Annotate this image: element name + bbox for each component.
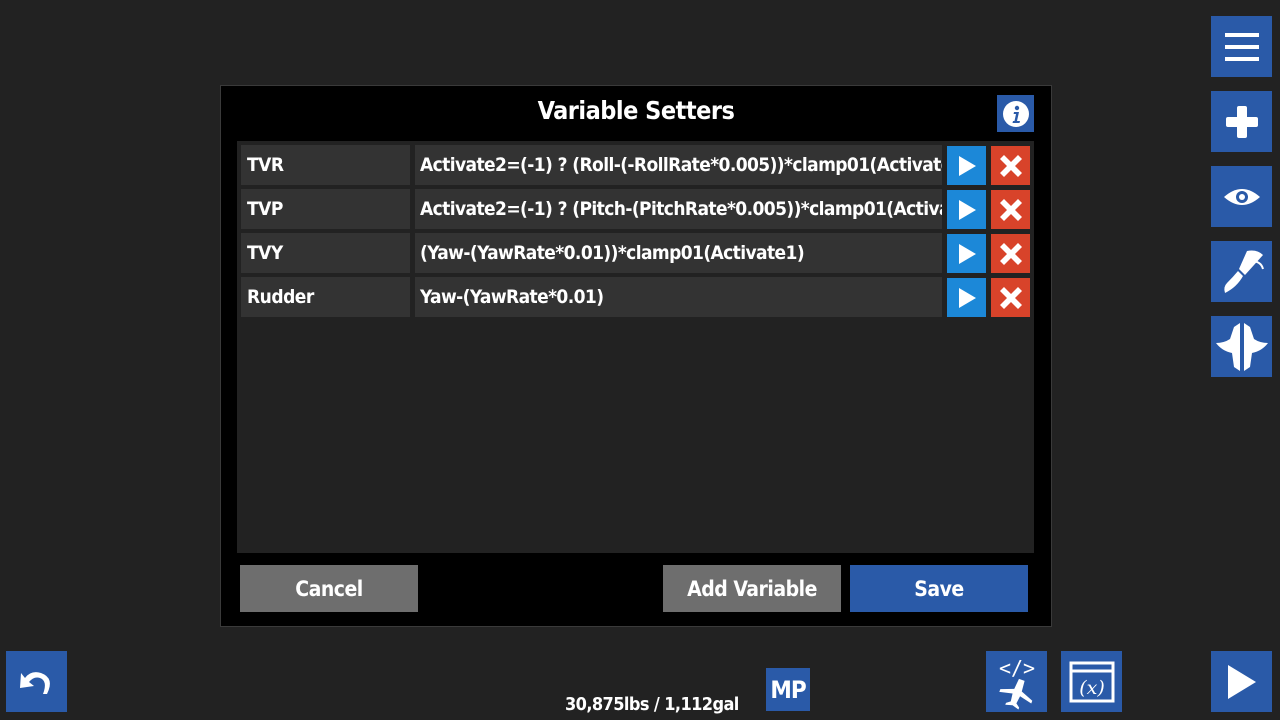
delete-variable-button[interactable]: [991, 234, 1030, 273]
x-icon: [999, 198, 1022, 221]
multiplayer-button[interactable]: MP: [766, 668, 810, 711]
variable-list[interactable]: TVR Activate2=(-1) ? (Roll-(-RollRate*0.…: [237, 141, 1034, 553]
undo-icon: [19, 671, 50, 694]
function-x-icon: (x): [1069, 661, 1114, 702]
weight-fuel-status: 30,875lbs / 1,112gal: [565, 694, 739, 715]
variable-expression-field[interactable]: (Yaw-(YawRate*0.01))*clamp01(Activate1): [415, 233, 942, 273]
play-icon: [1227, 664, 1256, 699]
list-item: TVY (Yaw-(YawRate*0.01))*clamp01(Activat…: [241, 233, 1031, 273]
list-item: TVP Activate2=(-1) ? (Pitch-(PitchRate*0…: [241, 189, 1031, 229]
delete-variable-button[interactable]: [991, 146, 1030, 185]
variable-name-field[interactable]: TVR: [241, 145, 410, 185]
test-variable-button[interactable]: [947, 146, 986, 185]
play-icon: [958, 287, 976, 308]
x-icon: [999, 242, 1022, 265]
wings-icon: [1215, 322, 1268, 371]
menu-icon: [1224, 32, 1259, 61]
variable-expression-field[interactable]: Activate2=(-1) ? (Pitch-(PitchRate*0.005…: [415, 189, 942, 229]
undo-button[interactable]: [6, 651, 67, 712]
play-icon: [958, 199, 976, 220]
variable-name-field[interactable]: TVY: [241, 233, 410, 273]
variables-button[interactable]: (x): [1061, 651, 1122, 712]
list-item: TVR Activate2=(-1) ? (Roll-(-RollRate*0.…: [241, 145, 1031, 185]
plus-icon: [1225, 105, 1258, 138]
variable-expression-field[interactable]: Yaw-(YawRate*0.01): [415, 277, 942, 317]
info-button[interactable]: [997, 95, 1034, 132]
play-flight-button[interactable]: [1211, 651, 1272, 712]
menu-button[interactable]: [1211, 16, 1272, 77]
add-part-button[interactable]: [1211, 91, 1272, 152]
paintbrush-icon: [1223, 250, 1264, 293]
info-icon: [1002, 100, 1029, 127]
cancel-button[interactable]: Cancel: [240, 565, 418, 612]
save-button[interactable]: Save: [850, 565, 1028, 612]
svg-text:</>: </>: [998, 656, 1034, 680]
svg-text:(x): (x): [1079, 677, 1105, 699]
view-button[interactable]: [1211, 166, 1272, 227]
list-item: Rudder Yaw-(YawRate*0.01): [241, 277, 1031, 317]
variable-expression-field[interactable]: Activate2=(-1) ? (Roll-(-RollRate*0.005)…: [415, 145, 942, 185]
code-aircraft-button[interactable]: </>: [986, 651, 1047, 712]
variable-name-field[interactable]: TVP: [241, 189, 410, 229]
play-icon: [958, 243, 976, 264]
variable-setters-dialog: Variable Setters TVR Activate2=(-1) ? (R…: [220, 85, 1052, 627]
add-variable-button[interactable]: Add Variable: [663, 565, 841, 612]
test-variable-button[interactable]: [947, 190, 986, 229]
symmetry-button[interactable]: [1211, 316, 1272, 377]
x-icon: [999, 154, 1022, 177]
delete-variable-button[interactable]: [991, 278, 1030, 317]
play-icon: [958, 155, 976, 176]
test-variable-button[interactable]: [947, 278, 986, 317]
dialog-title: Variable Setters: [537, 96, 735, 125]
test-variable-button[interactable]: [947, 234, 986, 273]
x-icon: [999, 286, 1022, 309]
variable-name-field[interactable]: Rudder: [241, 277, 410, 317]
code-airplane-icon: </>: [998, 656, 1035, 709]
delete-variable-button[interactable]: [991, 190, 1030, 229]
paint-button[interactable]: [1211, 241, 1272, 302]
eye-icon: [1223, 188, 1260, 205]
